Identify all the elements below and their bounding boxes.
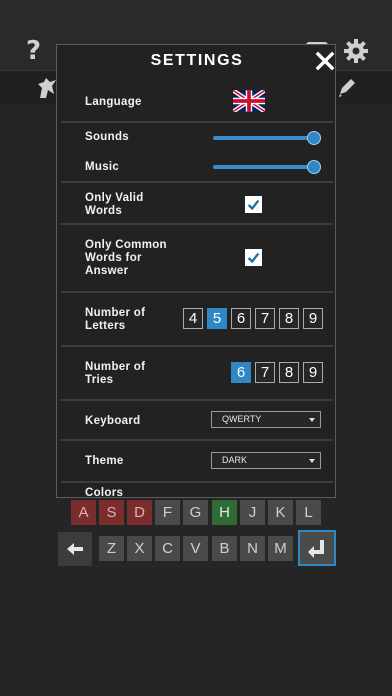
- colors-label: Colors: [85, 487, 124, 498]
- number-of-tries-row: Number of Tries 6 7 8 9: [61, 349, 333, 401]
- only-valid-words-checkbox[interactable]: [245, 196, 262, 213]
- sounds-slider[interactable]: [213, 131, 321, 145]
- pencil-icon[interactable]: [336, 76, 358, 98]
- number-of-tries-label: Number of Tries: [85, 361, 146, 386]
- key-d[interactable]: D: [127, 500, 152, 525]
- tries-option-9[interactable]: 9: [303, 362, 323, 383]
- key-z[interactable]: Z: [99, 536, 124, 561]
- key-f[interactable]: F: [155, 500, 180, 525]
- sounds-slider-track: [213, 136, 313, 140]
- music-slider-track: [213, 165, 313, 169]
- letters-option-9[interactable]: 9: [303, 308, 323, 329]
- only-common-words-checkbox[interactable]: [245, 249, 262, 266]
- key-s[interactable]: S: [99, 500, 124, 525]
- enter-icon: [308, 540, 324, 558]
- sounds-label: Sounds: [85, 131, 129, 143]
- letters-option-7[interactable]: 7: [255, 308, 275, 329]
- letters-option-5[interactable]: 5: [207, 308, 227, 329]
- tries-option-7[interactable]: 7: [255, 362, 275, 383]
- theme-dropdown[interactable]: DARK: [211, 452, 321, 469]
- key-v[interactable]: V: [183, 536, 208, 561]
- language-label: Language: [85, 96, 142, 108]
- dropdown-arrow-icon: [309, 418, 315, 422]
- letters-option-4[interactable]: 4: [183, 308, 203, 329]
- letters-option-8[interactable]: 8: [279, 308, 299, 329]
- tries-option-6[interactable]: 6: [231, 362, 251, 383]
- only-common-words-row: Only Common Words for Answer: [61, 227, 333, 293]
- key-j[interactable]: J: [240, 500, 265, 525]
- key-h[interactable]: H: [212, 500, 237, 525]
- modal-title: SETTINGS: [150, 52, 244, 69]
- keyboard-dropdown-value: QWERTY: [222, 414, 262, 424]
- letters-option-6[interactable]: 6: [231, 308, 251, 329]
- keyboard-row-2: A S D F G H J K L: [0, 498, 392, 528]
- keyboard-label: Keyboard: [85, 415, 141, 427]
- only-common-words-label: Only Common Words for Answer: [85, 239, 167, 277]
- dropdown-arrow-icon: [309, 459, 315, 463]
- backspace-arrow-icon: [67, 543, 83, 555]
- number-of-letters-label: Number of Letters: [85, 307, 146, 332]
- music-slider-thumb[interactable]: [307, 160, 321, 174]
- help-icon[interactable]: ?: [26, 36, 41, 66]
- key-x[interactable]: X: [127, 536, 152, 561]
- uk-flag-icon[interactable]: [233, 90, 265, 112]
- key-k[interactable]: K: [268, 500, 293, 525]
- only-valid-words-label: Only Valid Words: [85, 192, 144, 217]
- keyboard-setting-row: Keyboard QWERTY: [61, 403, 333, 441]
- settings-modal: SETTINGS Language Sounds Music Only Vali…: [56, 44, 336, 498]
- number-of-letters-row: Number of Letters 4 5 6 7 8 9: [61, 295, 333, 347]
- tries-option-8[interactable]: 8: [279, 362, 299, 383]
- audio-row: Sounds Music: [61, 125, 333, 183]
- dragon-icon[interactable]: [36, 76, 58, 100]
- backspace-key[interactable]: [58, 532, 92, 566]
- key-g[interactable]: G: [183, 500, 208, 525]
- key-c[interactable]: C: [155, 536, 180, 561]
- close-icon[interactable]: [314, 50, 336, 72]
- theme-row: Theme DARK: [61, 443, 333, 483]
- gear-icon[interactable]: [343, 38, 369, 64]
- key-l[interactable]: L: [296, 500, 321, 525]
- theme-label: Theme: [85, 455, 124, 467]
- key-m[interactable]: M: [268, 536, 293, 561]
- key-a[interactable]: A: [71, 500, 96, 525]
- music-label: Music: [85, 161, 120, 173]
- theme-dropdown-value: DARK: [222, 455, 248, 465]
- sounds-slider-thumb[interactable]: [307, 131, 321, 145]
- language-row: Language: [61, 81, 333, 123]
- enter-key[interactable]: [298, 530, 336, 566]
- keyboard-row-3: Z X C V B N M: [0, 530, 392, 570]
- only-valid-words-row: Only Valid Words: [61, 185, 333, 225]
- key-n[interactable]: N: [240, 536, 265, 561]
- key-b[interactable]: B: [212, 536, 237, 561]
- music-slider[interactable]: [213, 160, 321, 174]
- keyboard-dropdown[interactable]: QWERTY: [211, 411, 321, 428]
